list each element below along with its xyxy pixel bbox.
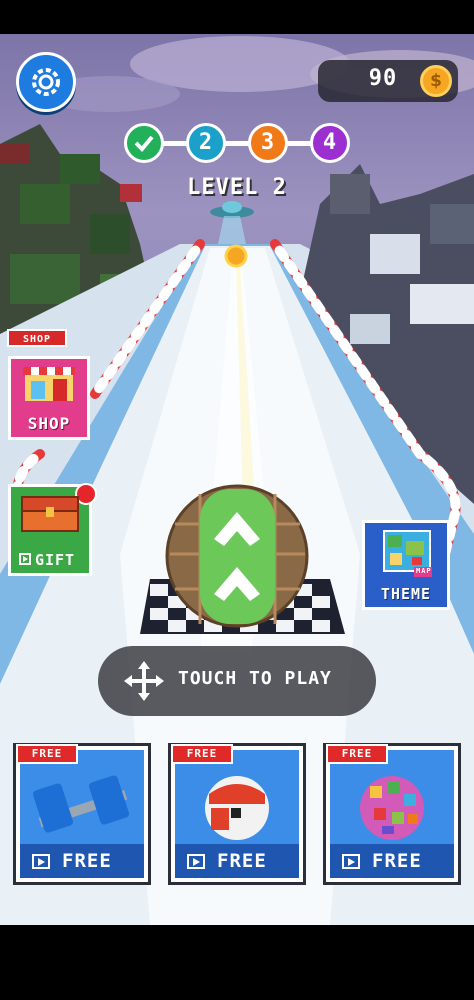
card-free-label: FREE [217,850,267,872]
card-background: FREE [20,750,144,878]
shop-sign: SHOP [7,329,67,347]
card-free-label: FREE [372,850,422,872]
free-tag: FREE [171,744,233,764]
shop-label: SHOP [27,414,71,433]
free-reward-card-dumbbell[interactable]: FREE FREE [16,744,148,882]
coin-count: 90 [368,66,398,91]
level-step-3: 3 [248,123,288,163]
card-free-label: FREE [62,850,112,872]
free-tag: FREE [16,744,78,764]
storefront-icon [23,367,75,401]
rainbow-ball-icon [360,776,424,840]
free-reward-card-face-ball[interactable]: FREE FREE [171,744,303,882]
touch-to-play-button[interactable]: TOUCH TO PLAY [98,646,376,716]
card-background: FREE [175,750,299,878]
coin-icon: $ [420,65,452,97]
status-bar [0,0,474,34]
video-ad-icon [342,854,360,869]
gift-button[interactable]: GIFT [8,483,97,576]
touch-to-play-text: TOUCH TO PLAY [178,668,332,689]
video-ad-icon [32,854,50,869]
gift-label: GIFT [34,551,76,569]
coin-counter: 90 $ [318,60,458,102]
treasure-chest-icon [21,496,79,532]
level-step-4: 4 [310,123,350,163]
gear-icon [32,68,60,96]
face-ball-icon [205,776,269,840]
move-arrows-icon [124,661,164,701]
shop-button[interactable]: SHOP SHOP [7,329,90,440]
card-background: FREE [330,750,454,878]
level-step-2: 2 [186,123,226,163]
level-title: LEVEL 2 [187,175,287,200]
navigation-bar [0,925,474,1000]
free-tag: FREE [326,744,388,764]
dumbbell-icon [32,775,130,833]
map-badge: MAP [416,567,432,575]
level-step-completed [124,123,164,163]
level-progress-line [160,141,320,146]
theme-label: THEME [380,585,432,603]
free-reward-card-rainbow-ball[interactable]: FREE FREE [326,744,458,882]
video-ad-icon [187,854,205,869]
settings-button[interactable] [16,52,76,112]
checkmark-icon [134,135,154,152]
theme-button[interactable]: MAP THEME [362,520,450,610]
game-screen[interactable]: 90 $ 2 3 4 LEVEL 2 SHOP SHOP GIFT MAP TH… [0,0,474,1000]
